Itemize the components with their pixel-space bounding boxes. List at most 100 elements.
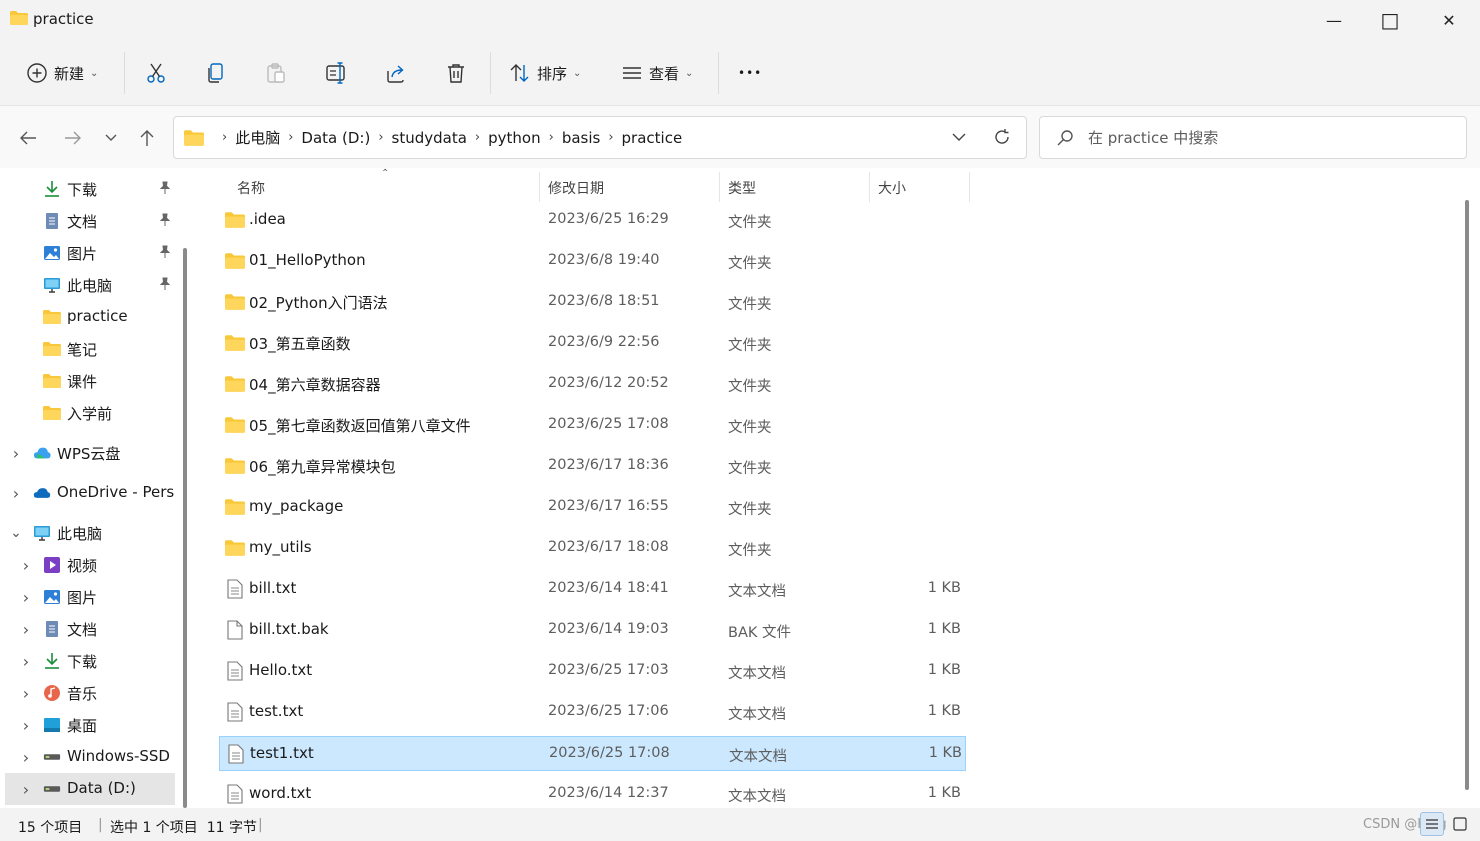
file-name: test.txt bbox=[249, 702, 304, 720]
sidebar-item[interactable]: › 图片 bbox=[0, 581, 175, 613]
sidebar-item[interactable]: › WPS云盘 bbox=[0, 437, 175, 469]
crumb-python[interactable]: python bbox=[488, 129, 540, 147]
maximize-button[interactable]: □ bbox=[1361, 0, 1419, 40]
sidebar-item[interactable]: › 下载 bbox=[0, 645, 175, 677]
sidebar-scrollbar[interactable] bbox=[183, 248, 187, 808]
up-button[interactable] bbox=[133, 124, 161, 152]
address-bar[interactable]: › 此电脑 › Data (D:) › studydata › python ›… bbox=[173, 116, 1027, 159]
sidebar-item[interactable]: 笔记 bbox=[0, 333, 175, 365]
close-button[interactable]: ✕ bbox=[1420, 0, 1478, 40]
chevron-right-icon[interactable]: › bbox=[19, 652, 33, 671]
share-button[interactable] bbox=[385, 54, 407, 92]
blank-file-icon bbox=[227, 620, 243, 640]
sidebar-item[interactable]: › 音乐 bbox=[0, 677, 175, 709]
file-row[interactable]: my_package 2023/6/17 16:55 文件夹 bbox=[219, 490, 966, 525]
file-row[interactable]: test.txt 2023/6/25 17:06 文本文档 1 KB bbox=[219, 695, 966, 730]
pin-icon bbox=[158, 277, 172, 291]
file-list-scrollbar[interactable] bbox=[1465, 200, 1469, 790]
chevron-right-icon[interactable]: › bbox=[19, 748, 33, 767]
rename-button[interactable] bbox=[325, 54, 349, 92]
crumb-studydata[interactable]: studydata bbox=[392, 129, 467, 147]
sidebar-item[interactable]: › OneDrive - Perso bbox=[0, 477, 175, 509]
file-row[interactable]: 06_第九章异常模块包 2023/6/17 18:36 文件夹 bbox=[219, 449, 966, 484]
copy-button[interactable] bbox=[205, 54, 227, 92]
sidebar-item[interactable]: 此电脑 bbox=[0, 269, 175, 301]
column-divider[interactable] bbox=[869, 172, 870, 202]
sidebar-item[interactable]: › 文档 bbox=[0, 613, 175, 645]
chevron-right-icon[interactable]: › bbox=[19, 620, 33, 639]
address-history-button[interactable] bbox=[949, 127, 969, 151]
view-button[interactable]: 查看 ⌄ bbox=[621, 54, 693, 92]
search-input[interactable] bbox=[1088, 125, 1448, 151]
chevron-right-icon[interactable]: › bbox=[19, 556, 33, 575]
paste-button[interactable] bbox=[265, 54, 287, 92]
add-circle-icon bbox=[27, 63, 47, 83]
file-row[interactable]: 04_第六章数据容器 2023/6/12 20:52 文件夹 bbox=[219, 367, 966, 402]
chevron-right-icon: › bbox=[288, 130, 294, 145]
file-row[interactable]: 01_HelloPython 2023/6/8 19:40 文件夹 bbox=[219, 244, 966, 279]
sidebar-item[interactable]: › 视频 bbox=[0, 549, 175, 581]
more-options-button[interactable]: ••• bbox=[738, 54, 762, 92]
column-header-name[interactable]: 名称 bbox=[237, 178, 265, 198]
file-row[interactable]: word.txt 2023/6/14 12:37 文本文档 1 KB bbox=[219, 777, 966, 812]
file-row[interactable]: 03_第五章函数 2023/6/9 22:56 文件夹 bbox=[219, 326, 966, 361]
minimize-button[interactable]: — bbox=[1305, 0, 1363, 40]
file-row[interactable]: 02_Python入门语法 2023/6/8 18:51 文件夹 bbox=[219, 285, 966, 320]
file-type: 文本文档 bbox=[728, 707, 786, 723]
chevron-right-icon[interactable]: › bbox=[19, 588, 33, 607]
file-row[interactable]: test1.txt 2023/6/25 17:08 文本文档 1 KB bbox=[219, 736, 966, 771]
file-row[interactable]: .idea 2023/6/25 16:29 文件夹 bbox=[219, 203, 966, 238]
sidebar-item[interactable]: 文档 bbox=[0, 205, 175, 237]
file-name: bill.txt bbox=[249, 579, 297, 597]
chevron-right-icon[interactable]: › bbox=[9, 484, 23, 503]
file-type: 文件夹 bbox=[728, 215, 772, 231]
file-row[interactable]: my_utils 2023/6/17 18:08 文件夹 bbox=[219, 531, 966, 566]
column-divider[interactable] bbox=[719, 172, 720, 202]
crumb-basis[interactable]: basis bbox=[562, 129, 601, 147]
file-row[interactable]: Hello.txt 2023/6/25 17:03 文本文档 1 KB bbox=[219, 654, 966, 689]
chevron-right-icon[interactable]: › bbox=[19, 780, 33, 799]
sidebar-item[interactable]: 入学前 bbox=[0, 397, 175, 429]
status-divider: | bbox=[98, 817, 103, 833]
file-name: 02_Python入门语法 bbox=[249, 294, 388, 312]
column-header-size[interactable]: 大小 bbox=[878, 178, 906, 198]
column-divider[interactable] bbox=[539, 172, 540, 202]
sidebar-item[interactable]: practice bbox=[0, 301, 175, 333]
breadcrumb: › 此电脑 › Data (D:) › studydata › python ›… bbox=[184, 117, 682, 158]
sidebar-item[interactable]: 课件 bbox=[0, 365, 175, 397]
chevron-down-icon[interactable]: ⌄ bbox=[9, 525, 23, 541]
tiles-view-button[interactable] bbox=[1448, 812, 1472, 836]
back-button[interactable] bbox=[14, 124, 42, 152]
file-row[interactable]: 05_第七章函数返回值第八章文件 2023/6/25 17:08 文件夹 bbox=[219, 408, 966, 443]
sidebar-item[interactable]: ⌄ 此电脑 bbox=[0, 517, 175, 549]
sort-button[interactable]: 排序 ⌄ bbox=[509, 54, 581, 92]
details-view-button[interactable] bbox=[1420, 812, 1444, 836]
column-header-type[interactable]: 类型 bbox=[728, 178, 756, 198]
recent-locations-button[interactable] bbox=[97, 124, 125, 152]
file-name: test1.txt bbox=[250, 744, 314, 762]
column-header-date[interactable]: 修改日期 bbox=[548, 178, 604, 198]
file-row[interactable]: bill.txt.bak 2023/6/14 19:03 BAK 文件 1 KB bbox=[219, 613, 966, 648]
new-button[interactable]: 新建 ⌄ bbox=[26, 54, 98, 92]
cloud-icon bbox=[33, 444, 51, 462]
column-divider[interactable] bbox=[969, 172, 970, 202]
search-box[interactable] bbox=[1039, 116, 1467, 159]
crumb-practice[interactable]: practice bbox=[622, 129, 683, 147]
forward-button[interactable] bbox=[59, 124, 87, 152]
chevron-right-icon[interactable]: › bbox=[19, 716, 33, 735]
sidebar-item[interactable]: › Windows-SSD ( bbox=[0, 741, 175, 773]
cut-button[interactable] bbox=[145, 54, 167, 92]
sidebar-item[interactable]: 下载 bbox=[0, 173, 175, 205]
crumb-data-drive[interactable]: Data (D:) bbox=[301, 129, 370, 147]
chevron-right-icon[interactable]: › bbox=[9, 444, 23, 463]
file-date: 2023/6/12 20:52 bbox=[548, 375, 669, 391]
sidebar-item[interactable]: 图片 bbox=[0, 237, 175, 269]
sidebar-item[interactable]: › Data (D:) bbox=[5, 773, 175, 805]
chevron-right-icon[interactable]: › bbox=[19, 684, 33, 703]
sidebar-item[interactable]: › 桌面 bbox=[0, 709, 175, 741]
file-row[interactable]: bill.txt 2023/6/14 18:41 文本文档 1 KB bbox=[219, 572, 966, 607]
crumb-this-pc[interactable]: 此电脑 bbox=[235, 127, 280, 148]
refresh-button[interactable] bbox=[992, 127, 1012, 151]
delete-button[interactable] bbox=[445, 54, 467, 92]
file-date: 2023/6/25 17:03 bbox=[548, 662, 669, 678]
